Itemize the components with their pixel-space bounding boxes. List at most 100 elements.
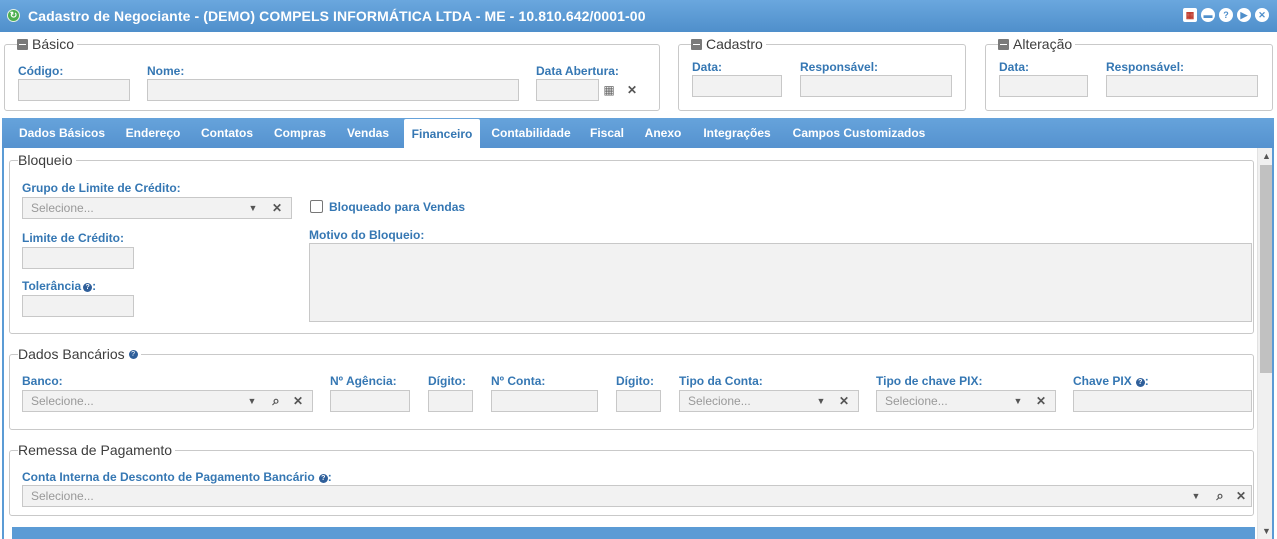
agencia-input[interactable] bbox=[330, 390, 410, 412]
tolerancia-input[interactable] bbox=[22, 295, 134, 317]
tab-contatos[interactable]: Contatos bbox=[194, 118, 260, 148]
dados-bancarios-legend: Dados Bancários? bbox=[18, 346, 141, 362]
alteracao-data-input bbox=[999, 75, 1088, 97]
clear-icon[interactable]: ✕ bbox=[1034, 391, 1048, 411]
tab-campos-customizados[interactable]: Campos Customizados bbox=[786, 118, 932, 148]
grupo-limite-label: Grupo de Limite de Crédito: bbox=[22, 181, 181, 195]
motivo-bloqueio-textarea[interactable] bbox=[309, 243, 1252, 322]
help-icon[interactable]: ? bbox=[318, 474, 328, 483]
bloqueio-section: Bloqueio Grupo de Limite de Crédito: Sel… bbox=[9, 152, 1254, 334]
tab-contabilidade[interactable]: Contabilidade bbox=[486, 118, 576, 148]
search-icon[interactable]: ⌕ bbox=[268, 391, 284, 411]
tipo-conta-label: Tipo da Conta: bbox=[679, 374, 763, 388]
alteracao-responsavel-label: Responsável: bbox=[1106, 60, 1185, 74]
chevron-down-icon[interactable]: ▼ bbox=[814, 391, 828, 411]
next-icon[interactable]: ▶ bbox=[1237, 8, 1251, 22]
search-icon[interactable]: ⌕ bbox=[1212, 486, 1228, 506]
app-icon: ↻ bbox=[7, 9, 20, 22]
help-icon[interactable]: ? bbox=[128, 349, 138, 359]
conta-interna-select[interactable]: Selecione... ▼ ⌕ ✕ bbox=[22, 485, 1252, 507]
bloqueado-vendas-checkbox[interactable] bbox=[310, 200, 323, 213]
bloqueio-legend: Bloqueio bbox=[18, 152, 76, 168]
scroll-down-icon[interactable]: ▼ bbox=[1258, 523, 1272, 539]
banco-select[interactable]: Selecione... ▼ ⌕ ✕ bbox=[22, 390, 313, 412]
tab-fiscal[interactable]: Fiscal bbox=[584, 118, 630, 148]
panel-scrollbar[interactable]: ▲ ▼ bbox=[1257, 148, 1272, 539]
clear-icon[interactable]: ✕ bbox=[837, 391, 851, 411]
tipo-pix-label: Tipo de chave PIX: bbox=[876, 374, 983, 388]
chave-pix-input[interactable] bbox=[1073, 390, 1252, 412]
chevron-down-icon[interactable]: ▼ bbox=[245, 391, 259, 411]
conta-label: Nº Conta: bbox=[491, 374, 546, 388]
limite-credito-label: Limite de Crédito: bbox=[22, 231, 125, 245]
tab-integracoes[interactable]: Integrações bbox=[696, 118, 778, 148]
cadastro-legend[interactable]: Cadastro bbox=[691, 36, 766, 52]
alteracao-data-label: Data: bbox=[999, 60, 1030, 74]
cadastro-section: Cadastro Data: Responsável: bbox=[678, 36, 966, 111]
window-title: Cadastro de Negociante - (DEMO) COMPELS … bbox=[28, 8, 646, 24]
banco-label: Banco: bbox=[22, 374, 63, 388]
tipo-pix-select[interactable]: Selecione... ▼ ✕ bbox=[876, 390, 1056, 412]
nome-label: Nome: bbox=[147, 64, 185, 78]
codigo-label: Código: bbox=[18, 64, 64, 78]
remessa-legend: Remessa de Pagamento bbox=[18, 442, 176, 458]
digito-agencia-input[interactable] bbox=[428, 390, 473, 412]
digito-conta-input[interactable] bbox=[616, 390, 661, 412]
tab-bar: Dados Básicos Endereço Contatos Compras … bbox=[2, 118, 1274, 148]
digito-agencia-label: Dígito: bbox=[428, 374, 466, 388]
collapse-icon[interactable] bbox=[17, 38, 28, 50]
close-icon[interactable]: ✕ bbox=[1255, 8, 1269, 22]
chevron-down-icon[interactable]: ▼ bbox=[246, 198, 260, 218]
window-buttons: ▦ ▬ ? ▶ ✕ bbox=[1183, 8, 1269, 22]
help-icon[interactable]: ? bbox=[1135, 378, 1145, 387]
basico-section: Básico Código: Nome: Data Abertura: ▦ ✕ bbox=[4, 36, 660, 111]
tab-vendas[interactable]: Vendas bbox=[340, 118, 396, 148]
cadastro-data-input bbox=[692, 75, 782, 97]
chevron-down-icon[interactable]: ▼ bbox=[1189, 486, 1203, 506]
bloqueado-vendas-label[interactable]: Bloqueado para Vendas bbox=[329, 200, 465, 214]
window-titlebar: ↻ Cadastro de Negociante - (DEMO) COMPEL… bbox=[0, 0, 1277, 32]
agencia-label: Nº Agência: bbox=[330, 374, 397, 388]
collapse-icon[interactable] bbox=[998, 38, 1009, 50]
calendar-icon[interactable]: ▦ bbox=[1183, 8, 1197, 22]
tipo-conta-select[interactable]: Selecione... ▼ ✕ bbox=[679, 390, 859, 412]
scroll-up-icon[interactable]: ▲ bbox=[1258, 148, 1272, 164]
limite-credito-input[interactable] bbox=[22, 247, 134, 269]
motivo-bloqueio-label: Motivo do Bloqueio: bbox=[309, 228, 425, 242]
scroll-thumb[interactable] bbox=[1260, 165, 1272, 373]
financeiro-panel: Bloqueio Grupo de Limite de Crédito: Sel… bbox=[2, 148, 1274, 539]
help-icon[interactable]: ? bbox=[1219, 8, 1233, 22]
digito-conta-label: Dígito: bbox=[616, 374, 654, 388]
cadastro-responsavel-input bbox=[800, 75, 952, 97]
data-abertura-input[interactable] bbox=[536, 79, 599, 101]
data-abertura-label: Data Abertura: bbox=[536, 64, 619, 78]
tab-dados-basicos[interactable]: Dados Básicos bbox=[12, 118, 112, 148]
chave-pix-label: Chave PIX?: bbox=[1073, 374, 1149, 388]
tab-endereco[interactable]: Endereço bbox=[118, 118, 188, 148]
calendar-icon[interactable]: ▦ bbox=[602, 80, 616, 100]
clear-icon[interactable]: ✕ bbox=[1234, 486, 1248, 506]
tab-financeiro[interactable]: Financeiro bbox=[404, 119, 480, 148]
codigo-input[interactable] bbox=[18, 79, 130, 101]
basico-legend[interactable]: Básico bbox=[17, 36, 78, 52]
alteracao-responsavel-input bbox=[1106, 75, 1258, 97]
conta-input[interactable] bbox=[491, 390, 598, 412]
help-icon[interactable]: ? bbox=[83, 283, 93, 292]
chevron-down-icon[interactable]: ▼ bbox=[1011, 391, 1025, 411]
grupo-limite-select[interactable]: Selecione... ▼ ✕ bbox=[22, 197, 292, 219]
clear-icon[interactable]: ✕ bbox=[270, 198, 284, 218]
alteracao-legend[interactable]: Alteração bbox=[998, 36, 1076, 52]
tab-compras[interactable]: Compras bbox=[266, 118, 334, 148]
clear-icon[interactable]: ✕ bbox=[625, 80, 639, 100]
tolerancia-label: Tolerância?: bbox=[22, 279, 97, 293]
remessa-pagamento-section: Remessa de Pagamento Conta Interna de De… bbox=[9, 442, 1254, 516]
tab-anexo[interactable]: Anexo bbox=[638, 118, 688, 148]
cadastro-data-label: Data: bbox=[692, 60, 723, 74]
alteracao-section: Alteração Data: Responsável: bbox=[985, 36, 1273, 111]
dados-bancarios-section: Dados Bancários? Banco: Selecione... ▼ ⌕… bbox=[9, 346, 1254, 430]
clear-icon[interactable]: ✕ bbox=[291, 391, 305, 411]
minimize-icon[interactable]: ▬ bbox=[1201, 8, 1215, 22]
collapse-icon[interactable] bbox=[691, 38, 702, 50]
conta-interna-label: Conta Interna de Desconto de Pagamento B… bbox=[22, 470, 332, 484]
nome-input[interactable] bbox=[147, 79, 519, 101]
